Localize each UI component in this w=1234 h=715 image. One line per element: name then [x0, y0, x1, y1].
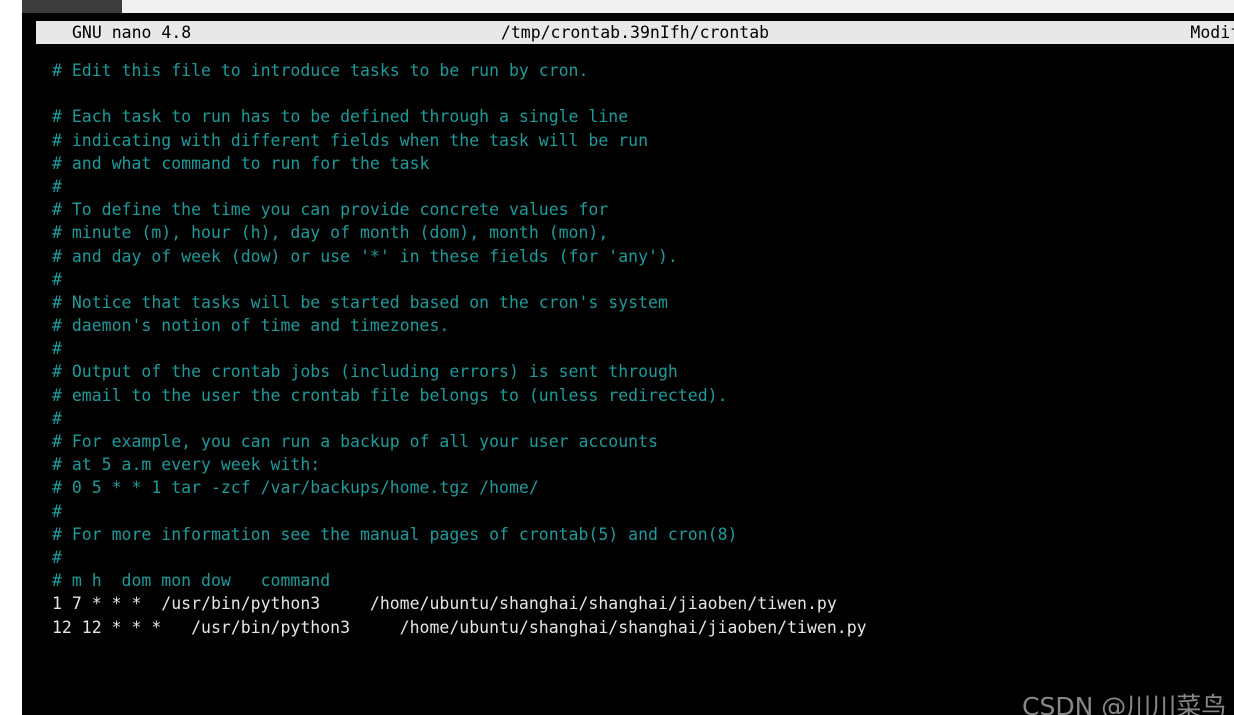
nano-title-bar: GNU nano 4.8 /tmp/crontab.39nIfh/crontab…	[36, 21, 1234, 44]
editor-line: # Edit this file to introduce tasks to b…	[52, 61, 589, 80]
nano-filename-label: /tmp/crontab.39nIfh/crontab	[500, 23, 770, 42]
editor-line: #	[52, 339, 62, 359]
editor-line: 12 12 * * * /usr/bin/python3 /home/ubunt…	[52, 617, 867, 637]
editor-line: # daemon's notion of time and timezones.	[52, 316, 450, 336]
editor-line: #	[52, 501, 62, 521]
editor-line: # indicating with different fields when …	[52, 130, 649, 150]
editor-line: # For more information see the manual pa…	[52, 524, 738, 544]
editor-text-area[interactable]: # Edit this file to introduce tasks to b…	[52, 59, 1234, 639]
screen: GNU nano 4.8 /tmp/crontab.39nIfh/crontab…	[0, 0, 1234, 715]
editor-line: # Each task to run has to be defined thr…	[52, 107, 629, 127]
editor-line: # For example, you can run a backup of a…	[52, 432, 658, 451]
editor-line: #	[52, 269, 62, 289]
editor-line: # 0 5 * * 1 tar -zcf /var/backups/home.t…	[52, 478, 539, 498]
editor-line: # m h dom mon dow command	[52, 571, 331, 591]
editor-line: # Output of the crontab jobs (including …	[52, 362, 678, 382]
editor-line: #	[52, 408, 62, 428]
editor-line: # and what command to run for the task	[52, 153, 430, 173]
editor-line: 1 7 * * * /usr/bin/python3 /home/ubuntu/…	[52, 594, 837, 614]
editor-line: #	[52, 176, 62, 196]
terminal-window: GNU nano 4.8 /tmp/crontab.39nIfh/crontab…	[22, 13, 1234, 715]
nano-modified-status: Modifi	[1190, 23, 1234, 42]
editor-line: # email to the user the crontab file bel…	[52, 385, 728, 405]
editor-line: # and day of week (dow) or use '*' in th…	[52, 246, 678, 266]
window-tab-strip	[22, 0, 122, 13]
editor-line: # Notice that tasks will be started base…	[52, 292, 668, 312]
editor-line: # at 5 a.m every week with:	[52, 455, 321, 475]
nano-help-bar: ^G Get Help^O Write Out^W Where Is^K Cut…	[52, 678, 1234, 715]
window-chrome-background	[122, 0, 1234, 13]
editor-line: # To define the time you can provide con…	[52, 200, 609, 220]
page-left-margin	[0, 0, 22, 715]
editor-line: # minute (m), hour (h), day of month (do…	[52, 223, 609, 243]
editor-line: #	[52, 547, 62, 567]
